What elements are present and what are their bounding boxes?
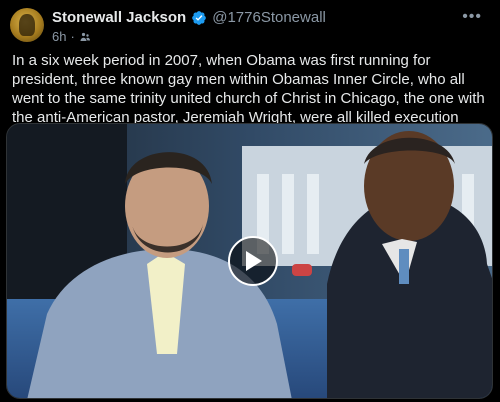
avatar-figure [19, 14, 35, 36]
author-name[interactable]: Stonewall Jackson [52, 9, 186, 27]
avatar[interactable] [10, 8, 44, 42]
time-separator: · [70, 29, 75, 44]
post-card[interactable]: Stonewall Jackson @1776Stonewall 6h · ••… [0, 0, 500, 402]
post-header: Stonewall Jackson @1776Stonewall 6h · [52, 9, 460, 44]
play-icon [246, 251, 262, 271]
more-options-icon[interactable]: ••• [462, 9, 482, 25]
author-handle[interactable]: @1776Stonewall [212, 9, 326, 27]
video-player[interactable] [6, 123, 493, 399]
post-time[interactable]: 6h [52, 29, 66, 44]
verified-badge-icon [192, 11, 207, 25]
audience-icon [80, 32, 90, 41]
play-button[interactable] [228, 236, 278, 286]
